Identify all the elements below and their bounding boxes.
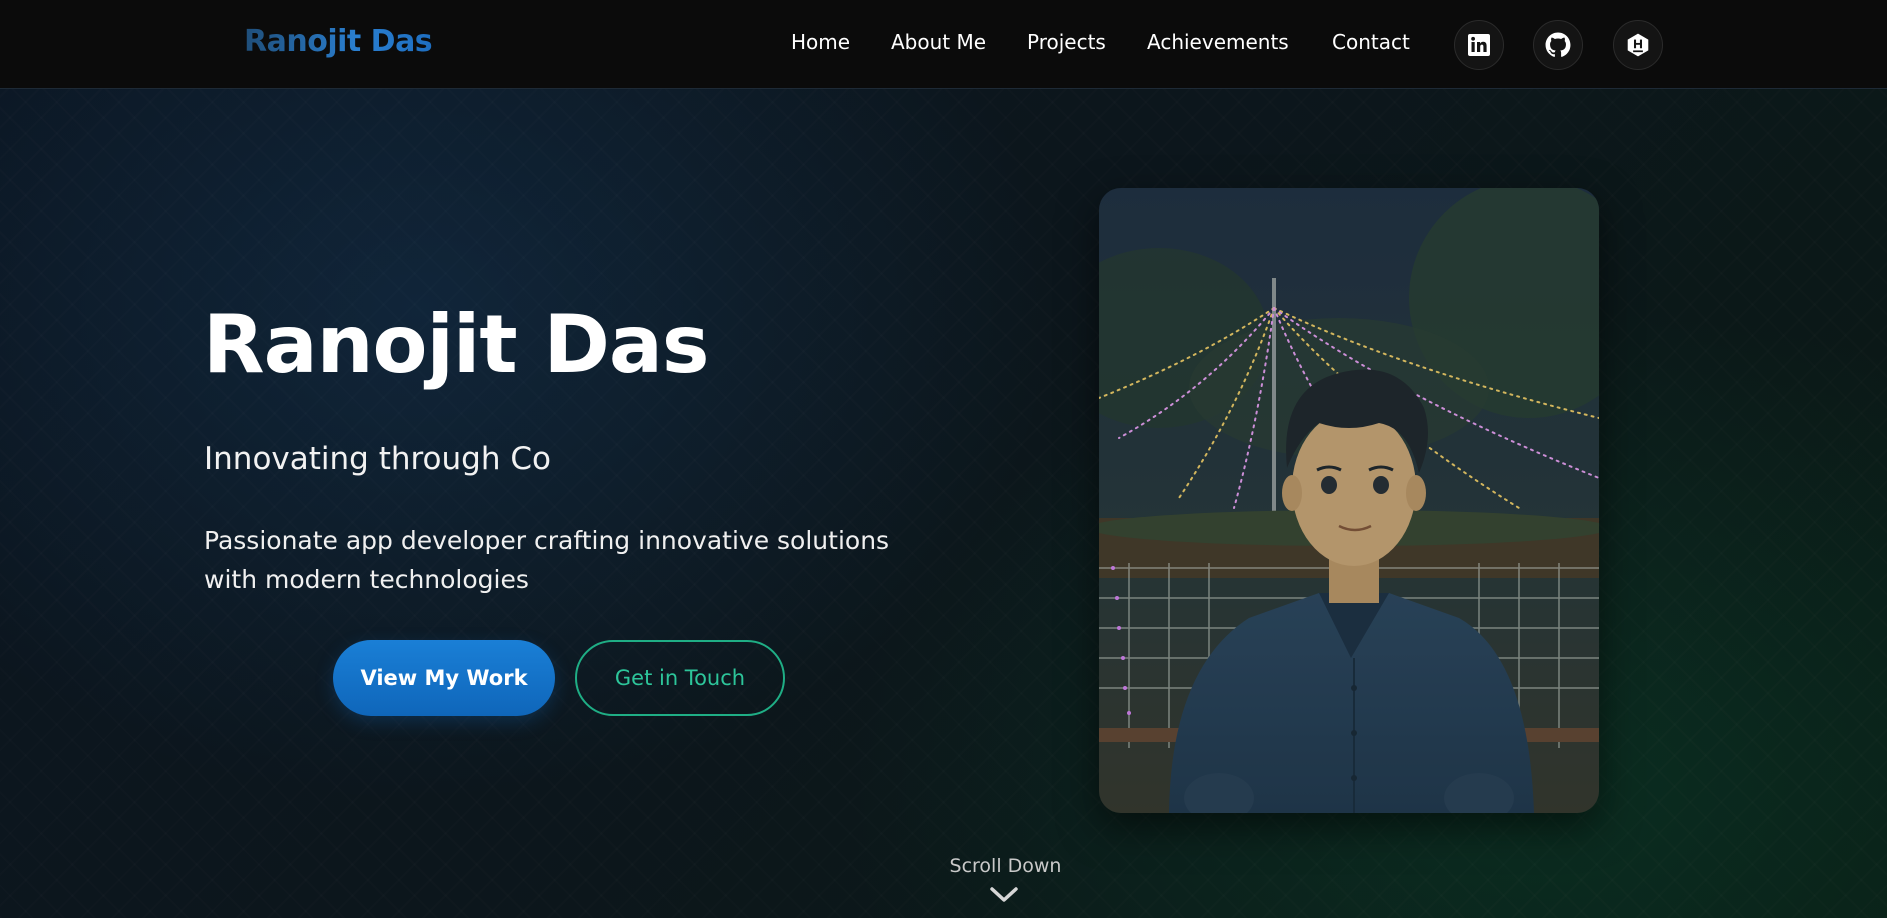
- get-in-touch-button[interactable]: Get in Touch: [575, 640, 785, 716]
- hashnode-icon: [1625, 32, 1651, 58]
- profile-portrait: [1099, 188, 1599, 813]
- linkedin-button[interactable]: [1454, 20, 1504, 70]
- site-logo[interactable]: Ranojit Das: [244, 24, 433, 59]
- nav-link-achievements[interactable]: Achievements: [1147, 30, 1289, 54]
- chevron-down-icon[interactable]: [989, 886, 1019, 908]
- nav-link-home[interactable]: Home: [791, 30, 850, 54]
- hero-description: Passionate app developer crafting innova…: [204, 526, 890, 594]
- hero-tagline: Innovating through Co: [204, 441, 551, 477]
- nav-link-contact[interactable]: Contact: [1332, 30, 1410, 54]
- background-pattern: [0, 89, 1887, 918]
- linkedin-icon: [1467, 33, 1491, 57]
- nav-link-projects[interactable]: Projects: [1027, 30, 1106, 54]
- scroll-down-label: Scroll Down: [949, 855, 1062, 877]
- nav-link-about-me[interactable]: About Me: [891, 30, 986, 54]
- view-my-work-button[interactable]: View My Work: [333, 640, 555, 716]
- navbar: Ranojit Das Home About Me Projects Achie…: [0, 0, 1887, 89]
- github-button[interactable]: [1533, 20, 1583, 70]
- hashnode-button[interactable]: [1613, 20, 1663, 70]
- hero-name: Ranojit Das: [203, 298, 709, 391]
- github-icon: [1545, 32, 1571, 58]
- hero-section: Ranojit Das Innovating through Co Passio…: [0, 89, 1887, 918]
